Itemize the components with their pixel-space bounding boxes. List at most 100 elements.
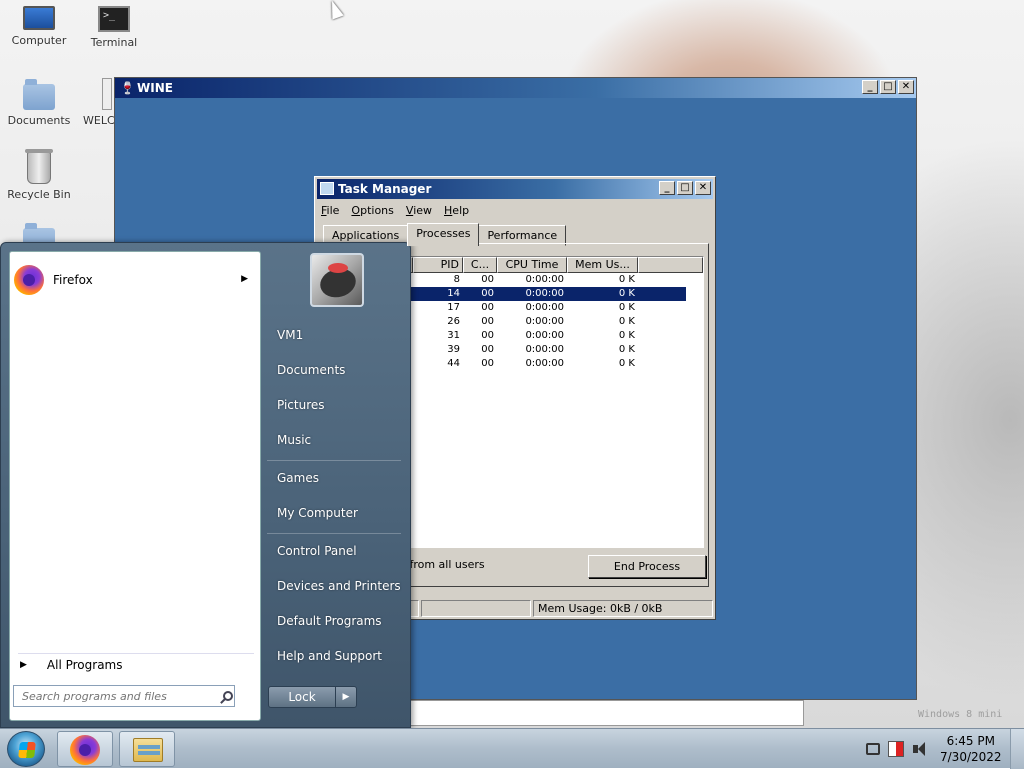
network-icon[interactable]	[866, 743, 880, 755]
start-menu-link-vm1[interactable]: VM1	[277, 328, 303, 342]
desktop-icon-terminal[interactable]: Terminal	[77, 6, 151, 49]
clock-date: 7/30/2022	[940, 750, 1002, 764]
computer-icon	[23, 6, 55, 30]
table-cell-time: 0:00:00	[525, 344, 564, 355]
lock-button[interactable]: Lock	[268, 686, 336, 708]
close-button[interactable]: ✕	[695, 181, 711, 195]
volume-icon[interactable]	[912, 741, 928, 757]
desktop-icon-computer[interactable]: Computer	[2, 6, 76, 47]
table-cell-pid: 17	[447, 302, 460, 313]
table-cell-mem: 0 K	[618, 302, 635, 313]
table-cell-time: 0:00:00	[525, 316, 564, 327]
maximize-button[interactable]: □	[880, 80, 896, 94]
desktop-icon-label: Terminal	[90, 36, 138, 49]
start-menu-divider	[267, 460, 401, 461]
desktop-icon-label: Computer	[11, 34, 67, 47]
clock-time: 6:45 PM	[946, 734, 995, 748]
submenu-arrow-icon[interactable]: ▶	[241, 274, 248, 284]
tab-processes[interactable]: Processes	[407, 223, 480, 246]
start-menu-divider	[267, 533, 401, 534]
column-header-mem-usage[interactable]: Mem Us...	[567, 257, 638, 273]
watermark-text: Windows 8 mini	[918, 709, 1003, 720]
column-header-cpu-time[interactable]: CPU Time	[497, 257, 567, 273]
wine-titlebar[interactable]: 🍷 WINE _ □ ✕	[115, 78, 916, 98]
desktop-icon-welc[interactable]: WELC	[76, 78, 116, 127]
status-cpu	[421, 600, 531, 617]
menu-view[interactable]: View	[406, 201, 432, 221]
start-menu: Firefox ▶ ▶ All Programs VM1 Documents P…	[0, 242, 411, 728]
start-menu-link-my-computer[interactable]: My Computer	[277, 506, 358, 520]
task-manager-menubar: File Options View Help	[315, 201, 715, 221]
table-cell-pid: 26	[447, 316, 460, 327]
desktop-icon-label: WELC	[83, 114, 115, 127]
power-options-arrow-icon[interactable]: ▶	[335, 686, 357, 708]
terminal-icon	[98, 6, 130, 32]
taskbar-app-firefox[interactable]	[57, 731, 113, 767]
taskbar-app-explorer[interactable]	[119, 731, 175, 767]
desktop-icon-label: Recycle Bin	[7, 188, 71, 201]
menu-file[interactable]: File	[321, 201, 339, 221]
wine-glass-icon: 🍷	[120, 81, 135, 95]
arrow-right-icon: ▶	[20, 660, 27, 670]
table-cell-pid: 44	[447, 358, 460, 369]
table-cell-cpu: 00	[481, 358, 494, 369]
menu-help[interactable]: Help	[444, 201, 469, 221]
table-cell-pid: 8	[453, 274, 460, 285]
maximize-button[interactable]: □	[677, 181, 693, 195]
minimize-button[interactable]: _	[862, 80, 878, 94]
start-menu-divider	[18, 653, 254, 654]
system-tray	[866, 741, 928, 757]
show-desktop-button[interactable]	[1010, 729, 1024, 769]
start-menu-link-pictures[interactable]: Pictures	[277, 398, 325, 412]
task-manager-title: Task Manager	[338, 182, 432, 196]
start-menu-link-games[interactable]: Games	[277, 471, 319, 485]
document-icon	[102, 78, 112, 110]
start-menu-link-help-support[interactable]: Help and Support	[277, 649, 382, 663]
table-cell-mem: 0 K	[618, 274, 635, 285]
start-menu-link-control-panel[interactable]: Control Panel	[277, 544, 357, 558]
table-cell-mem: 0 K	[618, 344, 635, 355]
close-button[interactable]: ✕	[898, 80, 914, 94]
search-icon[interactable]	[223, 691, 233, 701]
desktop-icon-documents[interactable]: Documents	[2, 78, 76, 127]
table-cell-time: 0:00:00	[525, 288, 564, 299]
table-cell-cpu: 00	[481, 274, 494, 285]
end-process-button[interactable]: End Process	[588, 555, 706, 578]
taskbar-clock[interactable]: 6:45 PM 7/30/2022	[940, 733, 1002, 765]
table-cell-time: 0:00:00	[525, 274, 564, 285]
desktop-icon-label: Documents	[7, 114, 71, 127]
table-cell-pid: 14	[447, 288, 460, 299]
taskbar: 6:45 PM 7/30/2022	[0, 728, 1024, 769]
task-manager-titlebar[interactable]: Task Manager _ □ ✕	[317, 179, 713, 199]
table-cell-cpu: 00	[481, 288, 494, 299]
column-header-pid[interactable]: PID	[413, 257, 463, 273]
minimize-button[interactable]: _	[659, 181, 675, 195]
start-menu-link-music[interactable]: Music	[277, 433, 311, 447]
table-cell-cpu: 00	[481, 316, 494, 327]
start-menu-link-devices-printers[interactable]: Devices and Printers	[277, 579, 401, 593]
table-cell-pid: 31	[447, 330, 460, 341]
desktop-icon-recycle-bin[interactable]: Recycle Bin	[2, 149, 76, 201]
all-programs-button[interactable]: ▶ All Programs	[20, 658, 123, 672]
start-menu-item-firefox[interactable]: Firefox ▶	[14, 262, 256, 298]
table-cell-time: 0:00:00	[525, 302, 564, 313]
column-header-filler	[638, 257, 703, 273]
start-menu-link-documents[interactable]: Documents	[277, 363, 345, 377]
table-cell-pid: 39	[447, 344, 460, 355]
status-mem-usage: Mem Usage: 0kB / 0kB	[533, 600, 713, 617]
firefox-icon	[70, 735, 100, 765]
user-avatar[interactable]	[310, 253, 364, 307]
table-cell-time: 0:00:00	[525, 358, 564, 369]
folder-icon	[23, 79, 55, 110]
action-center-flag-icon[interactable]	[888, 741, 904, 757]
start-button[interactable]	[7, 731, 45, 767]
start-menu-search-input[interactable]	[13, 685, 235, 707]
file-explorer-icon	[133, 738, 163, 762]
column-header-cpu[interactable]: C...	[463, 257, 497, 273]
start-menu-programs-pane: Firefox ▶ ▶ All Programs	[9, 251, 261, 721]
menu-options[interactable]: Options	[351, 201, 393, 221]
start-menu-link-default-programs[interactable]: Default Programs	[277, 614, 382, 628]
table-cell-cpu: 00	[481, 344, 494, 355]
table-cell-time: 0:00:00	[525, 330, 564, 341]
task-manager-icon	[320, 182, 334, 195]
